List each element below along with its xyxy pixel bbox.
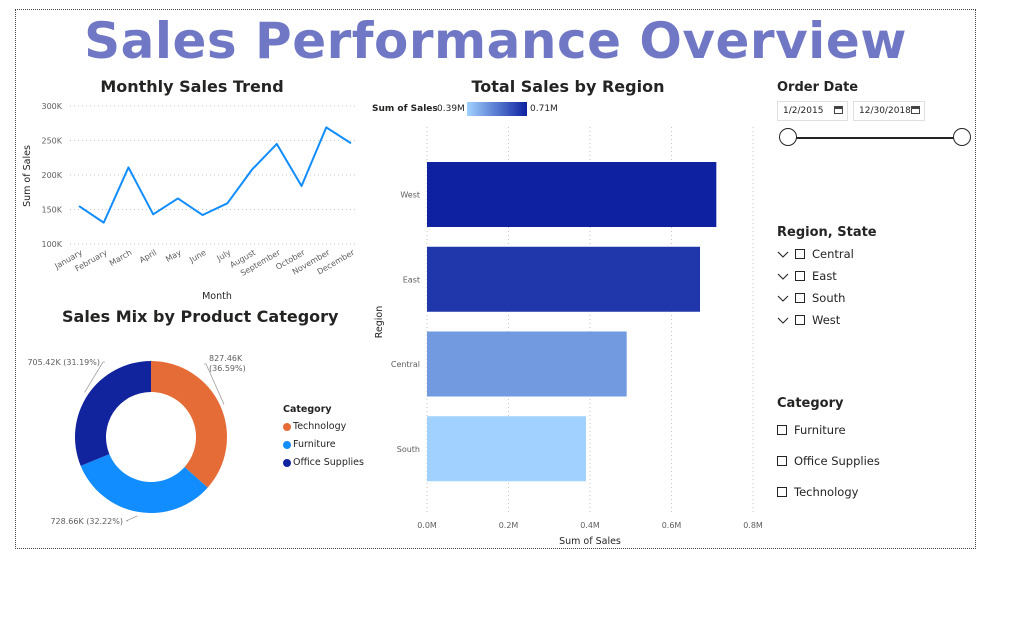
start-date-input[interactable]: 1/2/2015 — [777, 101, 848, 121]
slicer-item-label: West — [812, 313, 841, 327]
chevron-down-icon[interactable] — [777, 271, 789, 281]
x-tick-label: 0.0M — [417, 521, 437, 530]
region-bar[interactable] — [427, 416, 586, 482]
category-slicer-item-technology[interactable]: Technology — [777, 485, 858, 499]
category-slicer-item-office-supplies[interactable]: Office Supplies — [777, 454, 880, 468]
gradient-legend-max: 0.71M — [530, 104, 558, 114]
y-axis-title: Sum of Sales — [22, 145, 33, 207]
chevron-down-icon[interactable] — [777, 249, 789, 259]
date-range-end-handle[interactable] — [953, 128, 971, 146]
category-slicer-item-furniture[interactable]: Furniture — [777, 423, 846, 437]
x-tick-label: 0.4M — [580, 521, 600, 530]
product-mix-legend: Category Technology Furniture Office Suppl… — [283, 404, 364, 475]
data-label: 705.42K (31.19%) — [27, 358, 100, 367]
end-date-input[interactable]: 12/30/2018 — [853, 101, 925, 121]
checkbox[interactable] — [795, 315, 805, 325]
checkbox[interactable] — [795, 293, 805, 303]
slicer-item-label: East — [812, 269, 837, 283]
x-tick-label: June — [187, 248, 208, 265]
y-tick-label: West — [400, 191, 420, 200]
region-chart-title: Total Sales by Region — [471, 77, 665, 96]
x-axis-title: Month — [202, 291, 232, 302]
region-slicer-item-east[interactable]: East — [777, 269, 837, 283]
checkbox[interactable] — [777, 487, 787, 497]
slicer-item-label: Furniture — [794, 423, 846, 437]
checkbox[interactable] — [777, 425, 787, 435]
y-tick-label: South — [397, 445, 420, 454]
legend-item[interactable]: Office Supplies — [283, 457, 364, 468]
x-tick-label: 0.2M — [499, 521, 519, 530]
region-state-slicer-title: Region, State — [777, 225, 877, 240]
gradient-legend-bar — [467, 102, 527, 116]
slicer-item-label: Technology — [794, 485, 859, 499]
gradient-legend-min: 0.39M — [437, 104, 465, 114]
chevron-down-icon[interactable] — [777, 315, 789, 325]
legend-title: Category — [283, 404, 332, 415]
region-slicer-item-south[interactable]: South — [777, 291, 845, 305]
legend-item[interactable]: Furniture — [283, 439, 364, 450]
y-tick-label: Central — [391, 360, 420, 369]
y-tick-label: East — [403, 275, 420, 284]
y-tick-label: 100K — [41, 240, 62, 249]
product-mix-title: Sales Mix by Product Category — [62, 307, 339, 326]
y-tick-label: 200K — [41, 171, 62, 180]
checkbox[interactable] — [795, 271, 805, 281]
slicer-item-label: Central — [812, 247, 854, 261]
x-tick-label: 0.8M — [743, 521, 763, 530]
legend-item[interactable]: Technology — [283, 421, 364, 432]
monthly-trend-chart[interactable]: 100K150K200K250K300KJanuaryFebruary March… — [18, 96, 370, 306]
legend-label: Technology — [293, 421, 347, 432]
page-title: Sales Performance Overview — [84, 12, 907, 70]
legend-label: Furniture — [293, 439, 336, 450]
donut-slice[interactable] — [151, 361, 228, 488]
data-label-percent: (36.59%) — [209, 364, 246, 373]
data-label: 728.66K (32.22%) — [50, 517, 123, 526]
leader-line — [125, 515, 138, 522]
region-slicer-item-west[interactable]: West — [777, 313, 840, 327]
calendar-icon[interactable] — [834, 106, 843, 114]
date-range-start-handle[interactable] — [779, 128, 797, 146]
region-slicer-item-central[interactable]: Central — [777, 247, 854, 261]
category-slicer-title: Category — [777, 396, 844, 411]
order-date-slicer-title: Order Date — [777, 80, 859, 95]
region-bar[interactable] — [427, 162, 717, 227]
y-tick-label: 250K — [41, 137, 62, 146]
x-tick-label: May — [164, 248, 183, 264]
start-date-value: 1/2/2015 — [783, 106, 824, 116]
monthly-trend-title: Monthly Sales Trend — [100, 77, 284, 96]
y-tick-label: 300K — [41, 102, 62, 111]
x-tick-label: April — [138, 248, 158, 265]
data-label: 827.46K — [209, 354, 243, 363]
slicer-item-label: South — [812, 291, 846, 305]
slicer-item-label: Office Supplies — [794, 454, 880, 468]
x-axis-title: Sum of Sales — [559, 536, 621, 547]
checkbox[interactable] — [777, 456, 787, 466]
x-tick-label: March — [108, 248, 134, 268]
donut-slice[interactable] — [74, 361, 151, 466]
checkbox[interactable] — [795, 249, 805, 259]
legend-label: Office Supplies — [293, 457, 364, 468]
legend-marker — [283, 440, 291, 449]
region-bar[interactable] — [427, 331, 627, 397]
region-bar-chart[interactable]: 0.0M 0.2M 0.4M 0.6M 0.8M West East Central South… — [370, 122, 770, 550]
end-date-value: 12/30/2018 — [859, 106, 911, 116]
y-tick-label: 150K — [41, 206, 62, 215]
calendar-icon[interactable] — [911, 106, 920, 114]
x-tick-label: 0.6M — [662, 521, 682, 530]
date-range-slider-track[interactable] — [788, 137, 962, 139]
product-mix-donut-chart[interactable]: 827.46K(36.59%) 728.66K (32.22%) 705.42K (… — [18, 340, 280, 540]
chevron-down-icon[interactable] — [777, 293, 789, 303]
legend-marker — [283, 458, 291, 467]
gradient-legend-label: Sum of Sales — [372, 104, 438, 114]
y-axis-title: Region — [374, 306, 385, 339]
region-bar[interactable] — [427, 246, 701, 312]
legend-marker — [283, 422, 291, 431]
